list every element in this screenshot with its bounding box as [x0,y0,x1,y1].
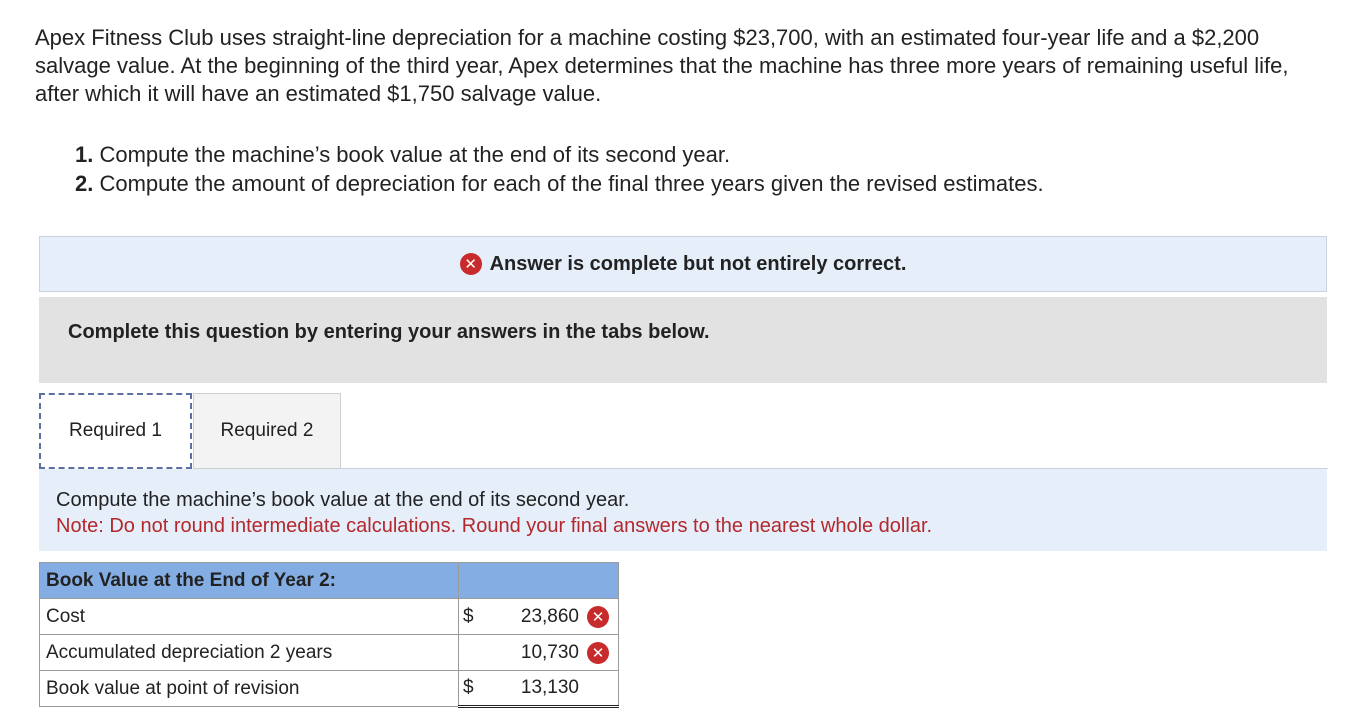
x-circle-icon: ✕ [459,253,482,275]
accumulated-depreciation-value[interactable]: 10,730 [499,642,579,664]
instructions-box: Complete this question by entering your … [39,297,1327,383]
row-label: Cost [39,598,459,635]
requirement-item: 2. Compute the amount of depreciation fo… [75,169,1044,198]
panel-prompt: Compute the machine’s book value at the … [56,489,630,511]
row-label: Book value at point of revision [39,670,459,707]
panel-note: Note: Do not round intermediate calculat… [56,515,933,537]
answer-status-text: Answer is complete but not entirely corr… [489,252,907,275]
table-header-row: Book Value at the End of Year 2: [39,562,619,599]
book-value-cell: $ 13,130 [458,670,619,708]
cost-input-cell[interactable]: $ 23,860 ✕ [458,598,619,635]
tab-label: Required 2 [220,420,314,441]
requirements-list: 1. Compute the machine’s book value at t… [75,140,1044,198]
table-header-label: Book Value at the End of Year 2: [39,562,459,599]
requirement-text: Compute the amount of depreciation for e… [93,171,1044,196]
incorrect-icon: ✕ [587,641,609,664]
instructions-text: Complete this question by entering your … [68,321,710,343]
currency-symbol: $ [463,677,474,698]
answer-status-banner: ✕ Answer is complete but not entirely co… [39,236,1327,292]
table-row: Accumulated depreciation 2 years 10,730 … [39,634,619,671]
requirement-number: 1. [75,142,94,167]
tab-panel: Compute the machine’s book value at the … [39,469,1327,551]
tab-required-1[interactable]: Required 1 [39,393,192,469]
requirement-number: 2. [75,171,94,196]
question-page: Apex Fitness Club uses straight-line dep… [0,0,1350,712]
table-row: Cost $ 23,860 ✕ [39,598,619,635]
tab-label: Required 1 [69,420,162,441]
accumulated-depreciation-input-cell[interactable]: 10,730 ✕ [458,634,619,671]
row-label: Accumulated depreciation 2 years [39,634,459,671]
cost-value[interactable]: 23,860 [499,606,579,628]
incorrect-icon: ✕ [587,605,609,628]
requirement-item: 1. Compute the machine’s book value at t… [75,140,1044,169]
problem-statement: Apex Fitness Club uses straight-line dep… [35,25,1289,106]
currency-symbol: $ [463,605,474,627]
requirement-text: Compute the machine’s book value at the … [93,142,731,167]
table-header-value [458,562,619,599]
tab-required-2[interactable]: Required 2 [193,393,341,469]
book-value-value: 13,130 [520,677,579,698]
table-row: Book value at point of revision $ 13,130 [39,670,619,708]
answer-table: Book Value at the End of Year 2: Cost $ … [39,562,619,708]
